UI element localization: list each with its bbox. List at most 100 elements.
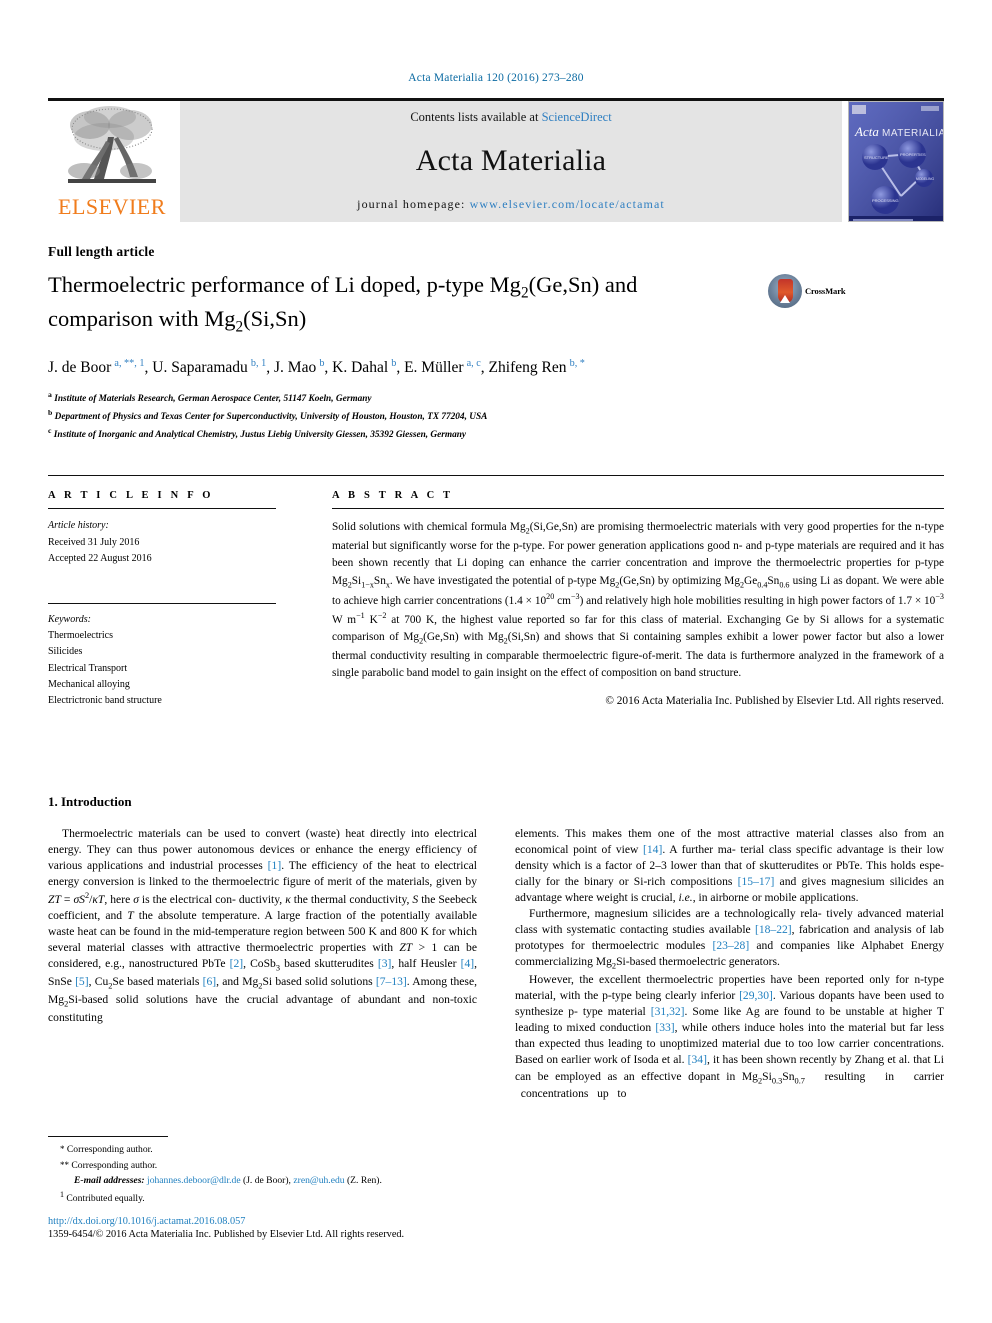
keywords-block: Keywords: Thermoelectrics Silicides Elec… — [48, 602, 276, 709]
journal-banner: Contents lists available at ScienceDirec… — [180, 101, 842, 222]
author-name: U. Saparamadu — [152, 359, 248, 377]
keyword-item: Mechanical alloying — [48, 678, 130, 690]
citation-link[interactable]: [3] — [378, 957, 392, 970]
footnote-text: Corresponding author. — [71, 1159, 158, 1171]
footnote-block: * Corresponding author. ** Corresponding… — [48, 1136, 477, 1206]
divider — [332, 508, 944, 510]
abstract-copyright: © 2016 Acta Materialia Inc. Published by… — [605, 694, 944, 707]
running-head: Acta Materialia 120 (2016) 273–280 — [408, 72, 584, 84]
keyword-item: Electrictronic band structure — [48, 694, 162, 706]
doi-link[interactable]: http://dx.doi.org/10.1016/j.actamat.2016… — [48, 1216, 404, 1227]
keyword-item: Thermoelectrics — [48, 630, 113, 642]
affiliation-text: Department of Physics and Texas Center f… — [54, 412, 488, 423]
keywords-label: Keywords: — [48, 613, 91, 625]
title-part-2: comparison with Mg — [48, 305, 236, 331]
citation-link[interactable]: [15–17] — [738, 875, 775, 888]
keyword-item: Electrical Transport — [48, 662, 128, 674]
page-title: Thermoelectric performance of Li doped, … — [48, 270, 768, 337]
author-list: J. de Boor a, **, 1, U. Saparamadu b, 1,… — [48, 358, 585, 377]
citation-link[interactable]: [34] — [688, 1053, 707, 1066]
email-label: E-mail addresses: — [74, 1175, 145, 1187]
email-link-deboor[interactable]: johannes.deboor@dlr.de — [147, 1175, 241, 1186]
paragraph: However, the excellent thermoelectric pr… — [515, 973, 944, 1101]
email-owner-1: (J. de Boor), — [243, 1175, 291, 1187]
journal-homepage-line: journal homepage: www.elsevier.com/locat… — [357, 197, 665, 212]
svg-text:Acta: Acta — [854, 124, 879, 139]
affiliation-text: Institute of Inorganic and Analytical Ch… — [53, 430, 467, 441]
citation-link[interactable]: [2] — [230, 957, 244, 970]
title-sub-2: 2 — [235, 318, 244, 336]
divider — [48, 508, 276, 510]
affiliation-item: c Institute of Inorganic and Analytical … — [48, 425, 944, 443]
citation-link[interactable]: [7–13] — [376, 975, 407, 988]
title-part-2b: (Si,Sn) — [243, 305, 307, 331]
affiliation-list: a Institute of Materials Research, Germa… — [48, 389, 944, 443]
homepage-url-link[interactable]: www.elsevier.com/locate/actamat — [470, 197, 665, 211]
title-row: Thermoelectric performance of Li doped, … — [48, 270, 944, 337]
journal-cover-thumbnail: Acta MATERIALIA STRUCTURE PROPERTIES MOD… — [848, 101, 944, 222]
citation-link[interactable]: [6] — [203, 975, 217, 988]
article-info-column: A R T I C L E I N F O Article history: R… — [48, 490, 298, 709]
abstract-heading: A B S T R A C T — [332, 490, 454, 502]
title-part-1b: (Ge,Sn) and — [528, 272, 638, 297]
affiliation-text: Institute of Materials Research, German … — [54, 394, 372, 405]
footnote-contributed-equally: 1 Contributed equally. — [48, 1189, 477, 1207]
footnote-emails: E-mail addresses: johannes.deboor@dlr.de… — [48, 1173, 477, 1189]
article-info-heading: A R T I C L E I N F O — [48, 490, 214, 502]
svg-text:PROPERTIES: PROPERTIES — [900, 152, 926, 157]
svg-text:MATERIALIA: MATERIALIA — [882, 128, 943, 139]
paragraph: Thermoelectric materials can be used to … — [48, 827, 478, 1024]
body-columns: Thermoelectric materials can be used to … — [48, 826, 944, 1102]
author-affil-mark[interactable]: b, 1 — [251, 358, 266, 369]
paper-page: Acta Materialia 120 (2016) 273–280 ELSEV… — [0, 0, 992, 1323]
author-name: J. Mao — [274, 359, 317, 377]
abstract-text: Solid solutions with chemical formula Mg… — [332, 521, 945, 680]
history-accepted: Accepted 22 August 2016 — [48, 552, 152, 564]
affiliation-mark: c — [48, 426, 52, 436]
affiliation-mark: b — [48, 408, 53, 418]
sciencedirect-link[interactable]: ScienceDirect — [542, 110, 612, 124]
footnote-mark: ** — [60, 1159, 69, 1170]
journal-title: Acta Materialia — [415, 144, 607, 177]
contents-available-line: Contents lists available at ScienceDirec… — [410, 110, 611, 125]
homepage-label: journal homepage: — [357, 197, 470, 211]
citation-link[interactable]: [1] — [268, 859, 282, 872]
citation-link[interactable]: [23–28] — [712, 939, 749, 952]
abstract-column: A B S T R A C T Solid solutions with che… — [298, 490, 944, 709]
email-owner-2: (Z. Ren). — [346, 1175, 382, 1187]
citation-link[interactable]: [31,32] — [651, 1005, 685, 1018]
title-part-1: Thermoelectric performance of Li doped, … — [48, 272, 521, 297]
elsevier-logo: ELSEVIER — [48, 101, 176, 222]
email-link-ren[interactable]: zren@uh.edu — [293, 1175, 344, 1186]
author-affil-mark[interactable]: b — [391, 358, 396, 369]
body-column-right: elements. This makes them one of the mos… — [515, 826, 944, 1102]
footnote-mark: * — [60, 1144, 65, 1154]
author-affil-mark[interactable]: b — [319, 358, 324, 369]
svg-text:STRUCTURE: STRUCTURE — [864, 155, 889, 160]
footnote-text: Corresponding author. — [66, 1144, 153, 1155]
title-sub-1: 2 — [520, 284, 529, 302]
author-affil-mark[interactable]: b, * — [570, 358, 585, 369]
citation-link[interactable]: [29,30] — [739, 989, 773, 1002]
citation-link[interactable]: [33] — [655, 1021, 674, 1034]
divider — [48, 602, 276, 604]
history-received: Received 31 July 2016 — [48, 536, 140, 548]
issn-copyright: 1359-6454/© 2016 Acta Materialia Inc. Pu… — [48, 1229, 405, 1240]
section-heading-introduction: 1. Introduction — [48, 794, 132, 809]
citation-link[interactable]: [14] — [643, 843, 662, 856]
paragraph: Furthermore, magnesium silicides are a t… — [515, 907, 945, 971]
crossmark-badge[interactable]: CrossMark — [768, 274, 864, 308]
footnote-corresponding-1: * Corresponding author. — [48, 1142, 477, 1158]
author-affil-mark[interactable]: a, **, 1 — [114, 358, 144, 369]
citation-link[interactable]: [5] — [75, 975, 89, 988]
author-name: E. Müller — [404, 359, 464, 377]
article-type-label: Full length article — [48, 244, 155, 259]
author-name: J. de Boor — [48, 359, 112, 377]
author-affil-mark[interactable]: a, c — [467, 358, 481, 369]
author-name: K. Dahal — [332, 359, 389, 377]
journal-masthead: ELSEVIER Contents lists available at Sci… — [48, 98, 944, 222]
keyword-item: Silicides — [48, 646, 83, 658]
citation-link[interactable]: [4] — [461, 957, 475, 970]
footnote-mark: 1 — [60, 1189, 64, 1199]
citation-link[interactable]: [18–22] — [755, 923, 792, 936]
